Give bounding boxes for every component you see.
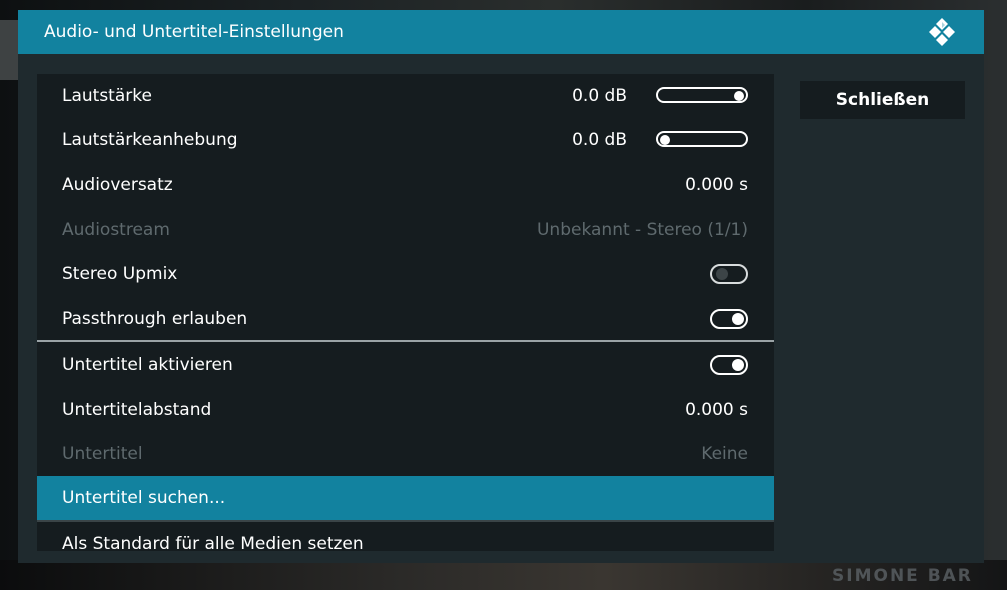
setting-label: Untertitelabstand bbox=[62, 400, 212, 420]
setting-value: 0.000 s bbox=[685, 400, 748, 420]
dialog-header: Audio- und Untertitel-Einstellungen bbox=[18, 10, 984, 54]
toggle-knob bbox=[716, 268, 728, 280]
setting-label: Untertitel suchen... bbox=[62, 488, 226, 508]
setting-subtitles-enable[interactable]: Untertitel aktivieren bbox=[37, 343, 774, 387]
setting-label: Audioversatz bbox=[62, 175, 173, 195]
setting-audio-offset[interactable]: Audioversatz 0.000 s bbox=[37, 163, 774, 207]
setting-volume-amplification[interactable]: Lautstärkeanhebung 0.0 dB bbox=[37, 118, 774, 162]
volume-amplification-slider[interactable] bbox=[656, 131, 748, 147]
setting-value: 0.0 dB bbox=[572, 86, 627, 106]
setting-label: Lautstärkeanhebung bbox=[62, 130, 238, 150]
slider-knob[interactable] bbox=[660, 135, 670, 145]
setting-value: Keine bbox=[701, 444, 748, 464]
setting-set-default[interactable]: Als Standard für alle Medien setzen bbox=[37, 522, 774, 551]
background-watermark: SIMONE BAR bbox=[832, 566, 973, 586]
setting-label: Untertitel aktivieren bbox=[62, 355, 233, 375]
dialog-title: Audio- und Untertitel-Einstellungen bbox=[44, 22, 344, 42]
setting-label: Passthrough erlauben bbox=[62, 309, 248, 329]
setting-passthrough[interactable]: Passthrough erlauben bbox=[37, 297, 774, 341]
setting-value: 0.000 s bbox=[685, 175, 748, 195]
subtitles-enable-toggle[interactable] bbox=[710, 355, 748, 375]
setting-stereo-upmix[interactable]: Stereo Upmix bbox=[37, 252, 774, 296]
audio-subtitle-settings-dialog: Audio- und Untertitel-Einstellungen Laut… bbox=[18, 10, 984, 563]
setting-subtitle-search[interactable]: Untertitel suchen... bbox=[37, 476, 774, 520]
setting-audio-stream: Audiostream Unbekannt - Stereo (1/1) bbox=[37, 208, 774, 252]
setting-label: Lautstärke bbox=[62, 86, 152, 106]
passthrough-toggle[interactable] bbox=[710, 309, 748, 329]
kodi-logo-icon bbox=[929, 18, 955, 46]
setting-value: 0.0 dB bbox=[572, 130, 627, 150]
slider-knob[interactable] bbox=[734, 91, 744, 101]
setting-label: Als Standard für alle Medien setzen bbox=[62, 534, 364, 551]
setting-subtitle: Untertitel Keine bbox=[37, 432, 774, 476]
setting-subtitle-offset[interactable]: Untertitelabstand 0.000 s bbox=[37, 388, 774, 432]
setting-label: Audiostream bbox=[62, 220, 170, 240]
toggle-knob bbox=[732, 313, 744, 325]
setting-label: Untertitel bbox=[62, 444, 143, 464]
setting-label: Stereo Upmix bbox=[62, 264, 178, 284]
setting-volume[interactable]: Lautstärke 0.0 dB bbox=[37, 74, 774, 118]
setting-value: Unbekannt - Stereo (1/1) bbox=[536, 220, 748, 240]
close-button[interactable]: Schließen bbox=[800, 81, 965, 119]
volume-slider[interactable] bbox=[656, 87, 748, 103]
toggle-knob bbox=[732, 359, 744, 371]
section-divider bbox=[37, 340, 774, 342]
settings-list: Lautstärke 0.0 dB Lautstärkeanhebung 0.0… bbox=[37, 74, 774, 551]
stereo-upmix-toggle[interactable] bbox=[710, 264, 748, 284]
